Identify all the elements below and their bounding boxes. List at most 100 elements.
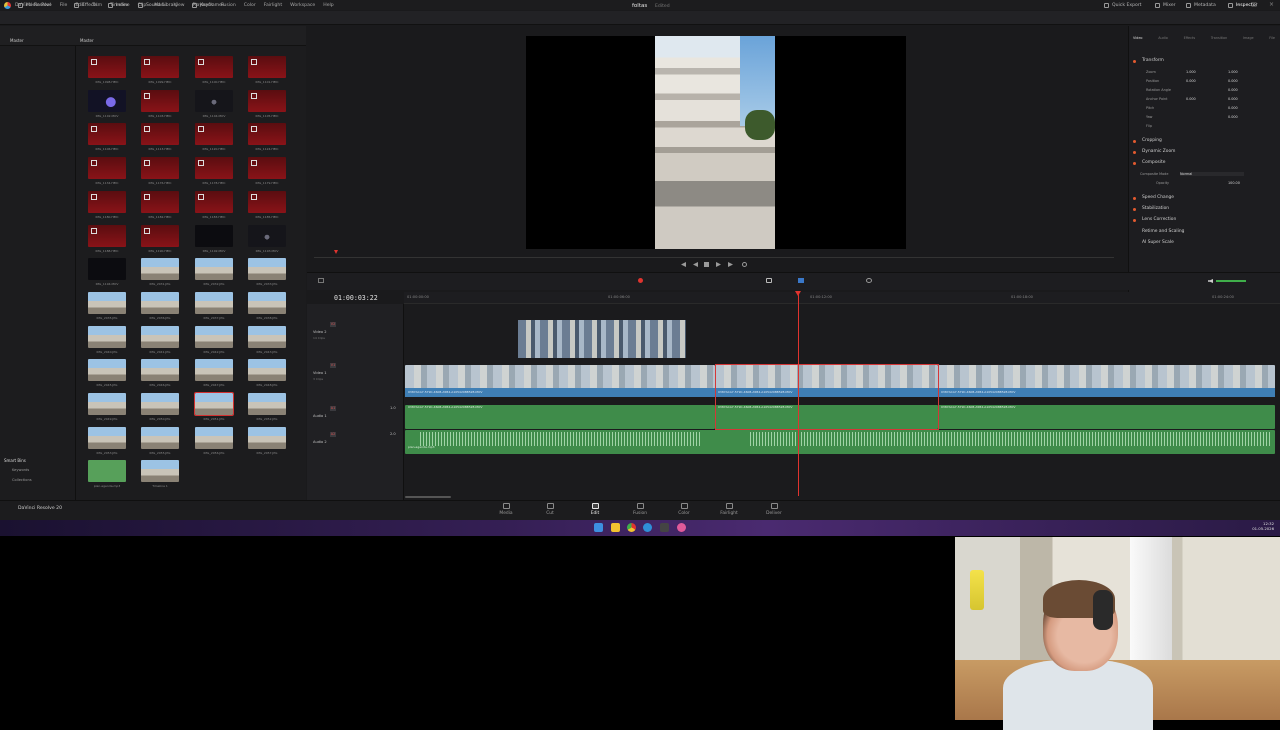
rotation-field[interactable]: 0.000 [1228,88,1238,92]
menu-help[interactable]: Help [323,3,333,8]
media-pool-button[interactable]: Media Pool [18,3,51,8]
dynamic-zoom-enable-icon[interactable] [1133,151,1136,154]
v1-badge[interactable]: V1 [330,363,336,368]
media-clip-thumbnail[interactable] [195,190,233,213]
media-clip-thumbnail[interactable] [88,258,126,281]
tab-file[interactable]: File [1269,36,1275,40]
media-clip-thumbnail[interactable] [248,291,286,314]
metadata-button[interactable]: Metadata [1186,3,1216,8]
media-clip-thumbnail[interactable] [88,359,126,382]
retime-scaling-section[interactable]: Retime and Scaling [1142,229,1184,234]
media-clip-thumbnail[interactable] [195,157,233,180]
stabilization-enable-icon[interactable] [1133,208,1136,211]
a2-badge[interactable]: A2 [330,432,336,437]
media-clip-thumbnail[interactable] [195,56,233,78]
keyframes-button[interactable]: Keyframes [192,3,224,8]
lens-correction-section[interactable]: Lens Correction [1142,217,1176,222]
edge-icon[interactable] [643,523,652,532]
media-clip-thumbnail[interactable] [88,89,126,112]
media-clip-thumbnail[interactable] [88,291,126,314]
media-clip-thumbnail[interactable] [195,359,233,382]
anchor-y-field[interactable]: 0.000 [1228,97,1238,101]
page-deliver[interactable]: Deliver [762,503,786,516]
composite-enable-icon[interactable] [1133,162,1136,165]
page-media[interactable]: Media [494,503,518,516]
v2-badge[interactable]: V2 [330,322,336,327]
tab-video[interactable]: Video [1133,36,1143,40]
media-clip-thumbnail[interactable] [141,359,179,382]
media-clip-thumbnail[interactable] [194,392,234,416]
selection-mode-icon[interactable] [638,278,643,283]
media-clip-thumbnail[interactable] [141,393,179,415]
zoom-timeline-icon[interactable] [866,278,872,283]
media-clip-thumbnail[interactable] [141,224,179,247]
media-clip-thumbnail[interactable] [88,56,126,78]
timeline-ruler[interactable] [404,292,1280,304]
inspector-button[interactable]: Inspector [1228,3,1257,8]
file-explorer-icon[interactable] [611,523,620,532]
taskbar-clock[interactable]: 12:32 01.05.2026 [1252,521,1274,531]
smart-bins-label[interactable]: Smart Bins [4,458,26,463]
media-clip-thumbnail[interactable] [88,123,126,146]
cropping-enable-icon[interactable] [1133,140,1136,143]
super-scale-section[interactable]: AI Super Scale [1142,240,1174,245]
media-clip-thumbnail[interactable] [141,190,179,213]
timeline-view-icon[interactable] [318,278,324,283]
media-clip-thumbnail[interactable] [195,325,233,348]
media-clip-thumbnail[interactable] [141,157,179,180]
menu-fairlight[interactable]: Fairlight [264,3,282,8]
media-clip-thumbnail[interactable] [88,426,126,449]
viewer-playhead-marker[interactable] [334,250,338,254]
chrome-icon[interactable] [627,523,636,532]
media-clip-thumbnail[interactable] [248,157,286,180]
quick-export-button[interactable]: Quick Export [1104,3,1142,8]
cropping-section[interactable]: Cropping [1142,138,1162,143]
media-clip-thumbnail[interactable] [141,291,179,314]
timeline-scrollbar[interactable] [405,496,451,498]
timeline-playhead[interactable] [798,292,799,496]
media-clip-thumbnail[interactable] [195,123,233,146]
playhead-handle[interactable] [795,291,801,296]
media-clip-thumbnail[interactable] [141,89,179,112]
lens-correction-enable-icon[interactable] [1133,219,1136,222]
media-clip-thumbnail[interactable] [141,460,179,483]
anchor-x-field[interactable]: 0.000 [1186,97,1196,101]
menu-color[interactable]: Color [244,3,256,8]
media-clip-thumbnail[interactable] [195,224,233,247]
a1-clip-3[interactable]: 0387ACA7-579C-4608-A5B4-A1054208B528.MOV [938,405,1275,429]
media-clip-thumbnail[interactable] [88,393,126,415]
media-clip-thumbnail[interactable] [248,426,286,449]
tab-image[interactable]: Image [1243,36,1254,40]
tab-audio[interactable]: Audio [1158,36,1168,40]
start-menu-icon[interactable] [594,523,603,532]
media-clip-thumbnail[interactable] [88,190,126,213]
media-clip-thumbnail[interactable] [195,291,233,314]
tab-transition[interactable]: Transition [1211,36,1227,40]
page-fusion[interactable]: Fusion [628,503,652,516]
keywords-bin[interactable]: Keywords [12,468,29,472]
media-clip-thumbnail[interactable] [248,190,286,213]
media-clip-thumbnail[interactable] [141,325,179,348]
media-clip-thumbnail[interactable] [195,258,233,281]
loop-icon[interactable] [742,262,747,267]
page-color[interactable]: Color [672,503,696,516]
effects-button[interactable]: Effects [74,3,98,8]
position-x-field[interactable]: 0.000 [1186,79,1196,83]
composite-section[interactable]: Composite [1142,160,1165,165]
media-clip-thumbnail[interactable] [141,123,179,146]
media-clip-thumbnail[interactable] [88,224,126,247]
v1-clip-3[interactable]: 0387ACA7-579C-4608-A5B4-A1054208B528.MOV [938,365,1275,397]
zoom-x-field[interactable]: 1.000 [1186,70,1196,74]
speed-change-section[interactable]: Speed Change [1142,195,1174,200]
media-clip-thumbnail[interactable] [88,460,126,483]
volume-slider[interactable] [1216,280,1246,282]
media-clip-thumbnail[interactable] [141,426,179,449]
menu-file[interactable]: File [60,3,68,8]
link-icon[interactable] [766,278,772,283]
index-button[interactable]: Index [108,3,129,8]
media-clip-thumbnail[interactable] [141,258,179,281]
media-clip-thumbnail[interactable] [248,258,286,281]
collections-bin[interactable]: Collections [12,478,32,482]
dynamic-zoom-section[interactable]: Dynamic Zoom [1142,149,1175,154]
transform-section[interactable]: Transform [1142,58,1164,63]
